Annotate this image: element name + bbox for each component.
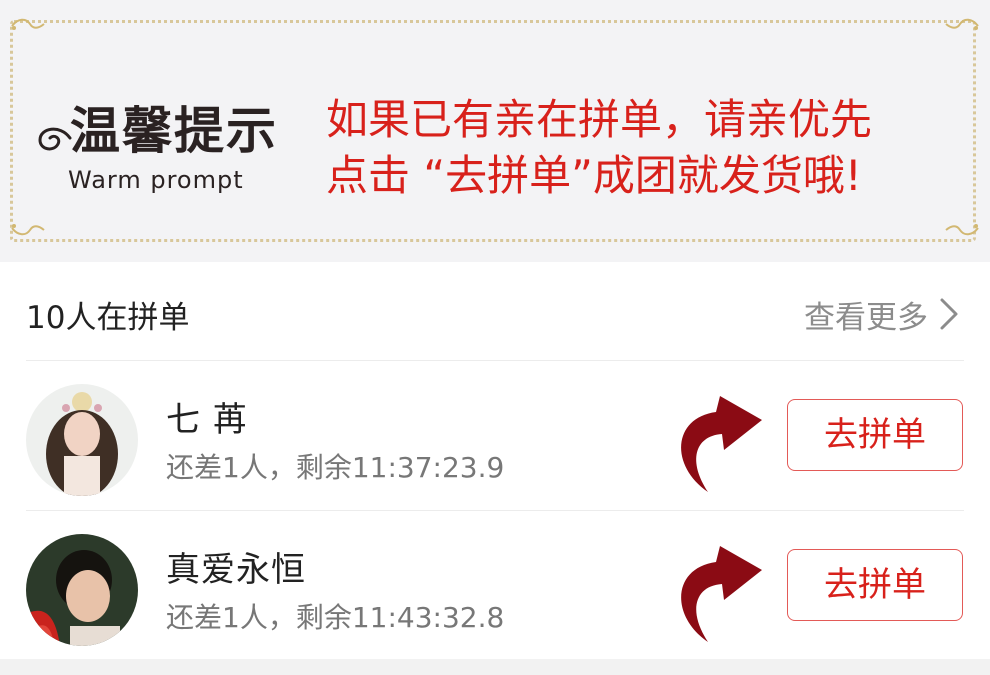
curved-arrow-icon — [681, 396, 762, 492]
logo-title: 温馨提示 — [70, 101, 278, 160]
ornament-corner-icon — [945, 224, 979, 236]
join-group-button[interactable]: 去拼单 — [787, 549, 963, 621]
group-leader-name: 七 苒 — [166, 400, 248, 440]
avatar — [26, 534, 138, 646]
chevron-right-icon[interactable] — [938, 296, 960, 332]
group-status: 还差1人，剩余11:37:23.9 — [166, 451, 505, 484]
group-status: 还差1人，剩余11:43:32.8 — [166, 601, 505, 634]
group-leader-name: 真爱永恒 — [166, 550, 306, 590]
notice-text: 如果已有亲在拼单，请亲优先 点击 “去拼单”成团就发货哦! — [326, 92, 976, 204]
warm-prompt-banner: 温馨提示 Warm prompt 如果已有亲在拼单，请亲优先 点击 “去拼单”成… — [0, 0, 990, 262]
ornament-corner-icon — [945, 18, 979, 30]
group-row: 真爱永恒 还差1人，剩余11:43:32.8 去拼单 — [0, 512, 990, 660]
join-group-button[interactable]: 去拼单 — [787, 399, 963, 471]
notice-line-2: 点击 “去拼单”成团就发货哦! — [326, 151, 862, 200]
divider — [26, 510, 964, 511]
group-list-panel: 10人在拼单 查看更多 七 苒 还差1人，剩余11:37:23.9 去拼单 真爱… — [0, 262, 990, 659]
bottom-gap — [0, 659, 990, 675]
ornament-corner-icon — [11, 224, 45, 236]
avatar — [26, 384, 138, 496]
group-count-title: 10人在拼单 — [26, 300, 190, 336]
ornament-corner-icon — [11, 18, 45, 30]
logo-subtitle: Warm prompt — [68, 166, 244, 194]
group-row: 七 苒 还差1人，剩余11:37:23.9 去拼单 — [0, 362, 990, 510]
divider — [26, 360, 964, 361]
curved-arrow-icon — [681, 546, 762, 642]
notice-line-1: 如果已有亲在拼单，请亲优先 — [326, 95, 873, 144]
view-more-link[interactable]: 查看更多 — [804, 292, 928, 337]
